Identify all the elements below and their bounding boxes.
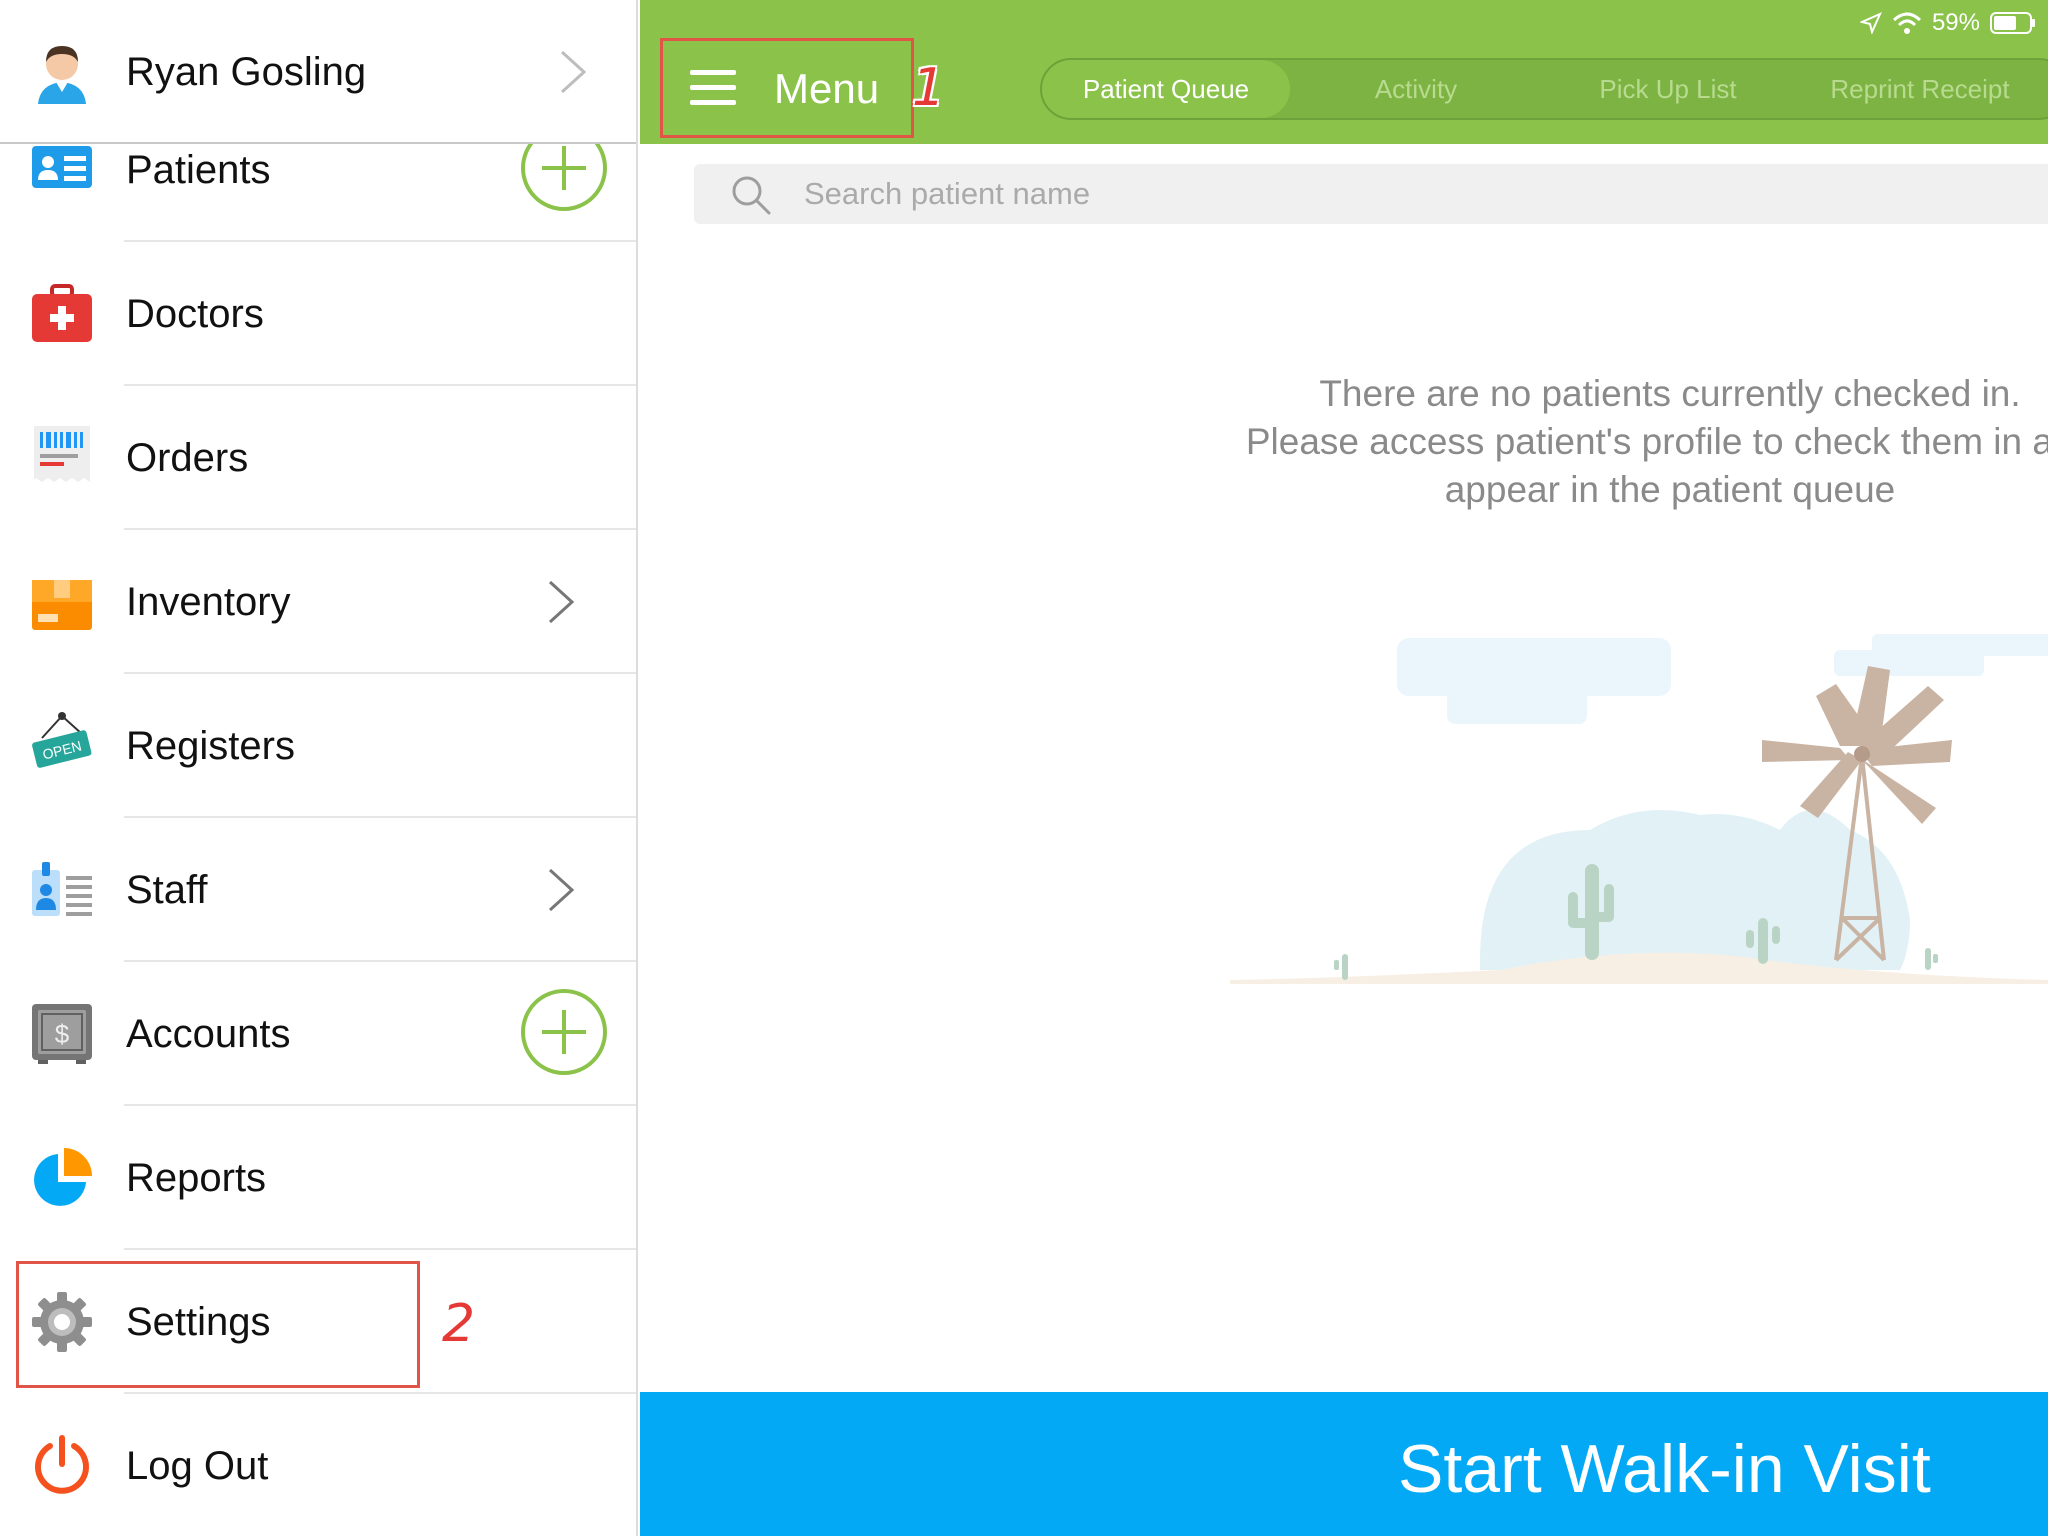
open-sign-icon: OPEN — [32, 712, 92, 768]
top-bar: 59% Menu 1 Patient Queue Activity Pick U… — [640, 0, 2048, 144]
sidebar-item-reports[interactable]: Reports — [0, 1106, 636, 1250]
highlight-box-menu — [660, 38, 914, 138]
empty-state-line-2: Please access patient's profile to check… — [1245, 421, 2048, 462]
pie-chart-icon — [34, 1148, 92, 1206]
empty-state-line-1: There are no patients currently checked … — [1319, 373, 2021, 414]
main-panel: 59% Menu 1 Patient Queue Activity Pick U… — [640, 0, 2048, 1536]
empty-state-line-3: appear in the patient queue — [1444, 469, 1896, 510]
sidebar-item-staff[interactable]: Staff — [0, 818, 636, 962]
empty-state-illustration — [1230, 634, 2048, 984]
sidebar-item-label: Reports — [126, 1156, 267, 1200]
search-bar[interactable] — [694, 164, 2048, 224]
sidebar-item-label: Log Out — [126, 1444, 269, 1488]
sidebar-item-accounts[interactable]: $ Accounts — [0, 962, 636, 1106]
sidebar-item-label: Doctors — [126, 292, 264, 336]
add-account-button[interactable] — [520, 988, 608, 1076]
tab-activity[interactable]: Activity — [1290, 60, 1542, 118]
medical-kit-icon — [32, 284, 92, 342]
sidebar-menu: Ryan Gosling Patients Doctors Orders Inv… — [0, 0, 638, 1536]
cta-label: Start Walk-in Visit — [1398, 1431, 1931, 1507]
search-input[interactable] — [804, 170, 1904, 218]
sidebar-item-label: Inventory — [126, 580, 291, 624]
chevron-right-icon — [548, 868, 575, 912]
search-icon — [732, 176, 771, 215]
battery-icon — [1990, 12, 2035, 34]
power-icon — [35, 1435, 89, 1494]
id-badge-icon — [32, 862, 92, 916]
sidebar-item-label: Orders — [126, 436, 249, 480]
wifi-icon — [1892, 12, 1921, 34]
highlight-box-settings — [16, 1261, 420, 1388]
user-profile-row[interactable]: Ryan Gosling — [0, 0, 636, 144]
sidebar-item-label: Patients — [126, 148, 271, 192]
user-name: Ryan Gosling — [126, 50, 367, 94]
segmented-tabs: Patient Queue Activity Pick Up List Repr… — [1040, 58, 2048, 120]
annotation-step-1: 1 — [912, 58, 946, 118]
sidebar-item-label: Registers — [126, 724, 295, 768]
sidebar-item-inventory[interactable]: Inventory — [0, 530, 636, 674]
box-icon — [32, 580, 92, 630]
annotation-step-2: 2 — [442, 1294, 476, 1354]
tab-pick-up-list[interactable]: Pick Up List — [1542, 60, 1794, 118]
tab-reprint-receipt[interactable]: Reprint Receipt — [1794, 60, 2046, 118]
tab-patient-queue[interactable]: Patient Queue — [1042, 60, 1290, 118]
sidebar-item-label: Staff — [126, 868, 208, 912]
sidebar-item-label: Accounts — [126, 1012, 291, 1056]
sidebar-item-orders[interactable]: Orders — [0, 386, 636, 530]
start-walk-in-visit-button[interactable]: Start Walk-in Visit — [640, 1392, 2048, 1536]
empty-state-message: There are no patients currently checked … — [1060, 370, 2048, 514]
patients-card-icon — [32, 146, 92, 188]
location-arrow-icon — [1859, 12, 1882, 34]
barcode-receipt-icon — [34, 426, 90, 482]
chevron-right-icon — [560, 50, 587, 94]
status-bar: 59% — [1859, 6, 2036, 40]
sidebar-item-doctors[interactable]: Doctors — [0, 242, 636, 386]
chevron-right-icon — [548, 580, 575, 624]
sidebar-item-log-out[interactable]: Log Out — [0, 1394, 636, 1536]
safe-icon: $ — [32, 1004, 92, 1064]
battery-percentage: 59% — [1931, 9, 1980, 36]
svg-text:$: $ — [55, 1019, 70, 1049]
sidebar-item-registers[interactable]: OPEN Registers — [0, 674, 636, 818]
avatar — [38, 46, 86, 104]
